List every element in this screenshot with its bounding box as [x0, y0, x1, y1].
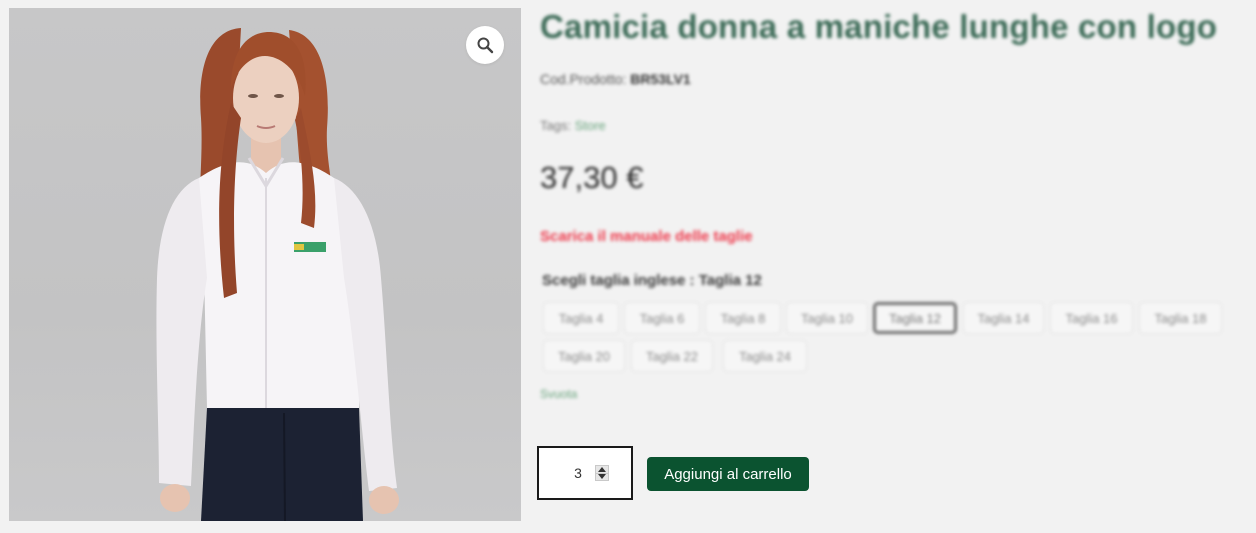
size-swatch[interactable]: Taglia 4 — [543, 302, 619, 334]
size-swatch[interactable]: Taglia 20 — [543, 340, 625, 372]
size-guide-link[interactable]: Scarica il manuale delle taglie — [540, 228, 753, 245]
sku-value: BR53LV1 — [630, 71, 691, 87]
spin-up-icon[interactable] — [595, 465, 609, 474]
zoom-button[interactable] — [466, 26, 504, 64]
tag-link[interactable]: Store — [575, 118, 606, 133]
quantity-spinner[interactable] — [595, 465, 609, 481]
size-swatch[interactable]: Taglia 6 — [624, 302, 700, 334]
magnifier-icon — [477, 37, 494, 54]
size-swatch-selected[interactable]: Taglia 12 — [873, 302, 957, 334]
product-image — [156, 28, 399, 521]
size-swatch[interactable]: Taglia 8 — [705, 302, 781, 334]
size-swatch[interactable]: Taglia 14 — [963, 302, 1044, 334]
size-selector-label: Scegli taglia inglese : Taglia 12 — [542, 272, 762, 289]
add-to-cart-button[interactable]: Aggiungi al carrello — [647, 457, 809, 491]
tags-label: Tags: — [540, 118, 572, 133]
reset-variations-link[interactable]: Svuota — [540, 387, 577, 401]
spin-down-icon[interactable] — [595, 473, 609, 481]
tags-line: Tags: Store — [540, 118, 606, 133]
size-swatch[interactable]: Taglia 10 — [786, 302, 868, 334]
size-swatch[interactable]: Taglia 16 — [1050, 302, 1133, 334]
product-page: Camicia donna a maniche lunghe con logo … — [0, 0, 1256, 533]
product-gallery — [9, 8, 521, 521]
size-swatch[interactable]: Taglia 18 — [1139, 302, 1222, 334]
quantity-stepper[interactable] — [537, 446, 633, 500]
size-swatch[interactable]: Taglia 22 — [631, 340, 713, 372]
size-swatch[interactable]: Taglia 24 — [723, 340, 807, 372]
product-title: Camicia donna a maniche lunghe con logo — [540, 8, 1218, 45]
sku-line: Cod.Prodotto: BR53LV1 — [540, 71, 691, 87]
sku-label: Cod.Prodotto: — [540, 71, 627, 87]
product-price: 37,30 € — [540, 160, 644, 195]
